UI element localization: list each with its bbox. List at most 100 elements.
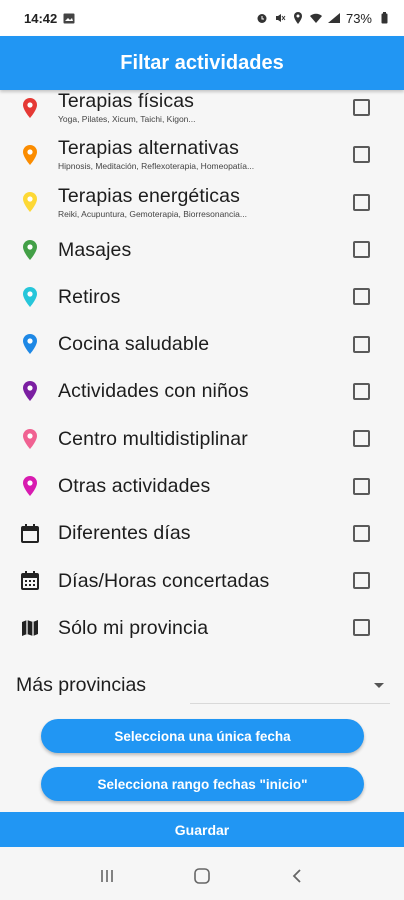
filter-row[interactable]: Masajes [0,226,404,273]
filter-texts: Otras actividades [58,475,353,497]
filter-row[interactable]: Cocina saludable [0,320,404,367]
filter-checkbox[interactable] [353,619,370,637]
calendar-grid-icon [20,570,40,592]
filter-checkbox[interactable] [353,572,370,590]
filter-label: Terapias energéticas [58,184,240,207]
filter-lead [0,286,62,308]
filter-label: Otras actividades [58,475,211,498]
save-button[interactable]: Guardar [0,812,404,847]
province-dropdown[interactable] [190,670,390,704]
filter-row[interactable]: Otras actividades [0,462,404,509]
map-pin-icon [20,144,40,166]
map-pin-icon [20,380,40,402]
battery-percent: 73% [345,10,372,26]
filter-lead [0,144,62,166]
filter-lead [0,617,62,639]
filter-lead [0,522,62,544]
mute-icon [274,12,286,24]
filter-lead [0,239,62,261]
filter-label: Masajes [58,238,132,261]
filter-lead [0,380,62,402]
filter-row[interactable]: Actividades con niños [0,368,404,415]
filter-lead [0,333,62,355]
filter-label: Retiros [58,285,121,308]
filter-subtitle: Hipnosis, Meditación, Reflexoterapia, Ho… [58,161,255,172]
province-row: Más provincias [0,666,404,706]
map-pin-icon [20,475,40,497]
filter-lead [0,570,62,592]
wifi-icon [309,12,322,24]
battery-icon [378,12,390,24]
filter-subtitle: Reiki, Acupuntura, Gemoterapia, Biorreso… [58,208,247,219]
filter-checkbox[interactable] [353,288,370,306]
filter-checkbox[interactable] [353,430,370,448]
filter-checkbox[interactable] [353,99,370,117]
app-bar: Filtar actividades [0,36,404,90]
status-right: 73% [256,11,390,26]
filter-row[interactable]: Días/Horas concertadas [0,557,404,604]
signal-icon [327,12,340,24]
filter-texts: Terapias energéticas Reiki, Acupuntura, G… [58,185,353,220]
filter-texts: Terapias alternativas Hipnosis, Meditació… [58,137,353,172]
filter-row[interactable]: Centro multidistiplinar [0,415,404,462]
filter-label: Actividades con niños [58,380,249,403]
filter-row[interactable]: Retiros [0,273,404,320]
map-pin-icon [20,97,40,119]
filter-checkbox[interactable] [353,524,370,542]
filter-checkbox[interactable] [353,382,370,400]
status-time: 14:42 [24,10,58,26]
filter-texts: Diferentes días [58,522,353,544]
filter-texts: Retiros [58,286,353,308]
alarm-icon [256,12,268,24]
filter-list: Terapias físicas Yoga, Pilates, Xicum, Ta… [0,84,404,652]
filter-lead [0,191,62,213]
map-pin-icon [20,333,40,355]
filter-row[interactable]: Diferentes días [0,510,404,557]
filter-label: Terapias alternativas [58,137,239,160]
map-icon [20,617,40,639]
filter-row[interactable]: Sólo mi provincia [0,604,404,651]
map-pin-icon [20,239,40,261]
filter-lead [0,97,62,119]
filter-label: Días/Horas concertadas [58,569,270,592]
filter-texts: Días/Horas concertadas [58,570,353,592]
filter-texts: Sólo mi provincia [58,617,353,639]
home-icon[interactable] [182,861,222,891]
filter-texts: Masajes [58,239,353,261]
filter-texts: Actividades con niños [58,380,353,402]
filter-label: Centro multidistiplinar [58,427,248,450]
map-pin-icon [20,286,40,308]
back-icon[interactable] [277,861,317,891]
filter-row[interactable]: Terapias alternativas Hipnosis, Meditació… [0,131,404,178]
filter-texts: Cocina saludable [58,333,353,355]
filter-lead [0,475,62,497]
filter-lead [0,428,62,450]
filter-subtitle: Yoga, Pilates, Xicum, Taichi, Kigon... [58,114,196,125]
map-pin-icon [20,191,40,213]
filter-checkbox[interactable] [353,477,370,495]
calendar-icon [20,522,40,544]
filter-label: Cocina saludable [58,333,210,356]
filter-row[interactable]: Terapias físicas Yoga, Pilates, Xicum, Ta… [0,84,404,131]
filter-checkbox[interactable] [353,146,370,164]
status-bar: 14:42 73% [0,0,404,36]
filter-checkbox[interactable] [353,193,370,211]
dropdown-arrow-icon [374,683,384,688]
filter-texts: Centro multidistiplinar [58,428,353,450]
recent-apps-icon[interactable] [87,861,127,891]
filter-label: Sólo mi provincia [58,616,209,639]
filter-row[interactable]: Terapias energéticas Reiki, Acupuntura, G… [0,179,404,226]
filter-checkbox[interactable] [353,241,370,259]
location-icon [292,12,304,24]
status-left: 14:42 [24,11,75,26]
page-title: Filtar actividades [120,51,284,74]
filter-checkbox[interactable] [353,335,370,353]
single-date-button[interactable]: Selecciona una única fecha [41,719,364,753]
province-label: Más provincias [16,674,147,696]
filter-texts: Terapias físicas Yoga, Pilates, Xicum, Ta… [58,90,353,125]
date-range-button[interactable]: Selecciona rango fechas "inicio" [41,767,364,801]
filter-label: Terapias físicas [58,90,194,113]
map-pin-icon [20,428,40,450]
gallery-icon [63,12,75,24]
filter-label: Diferentes días [58,522,191,545]
